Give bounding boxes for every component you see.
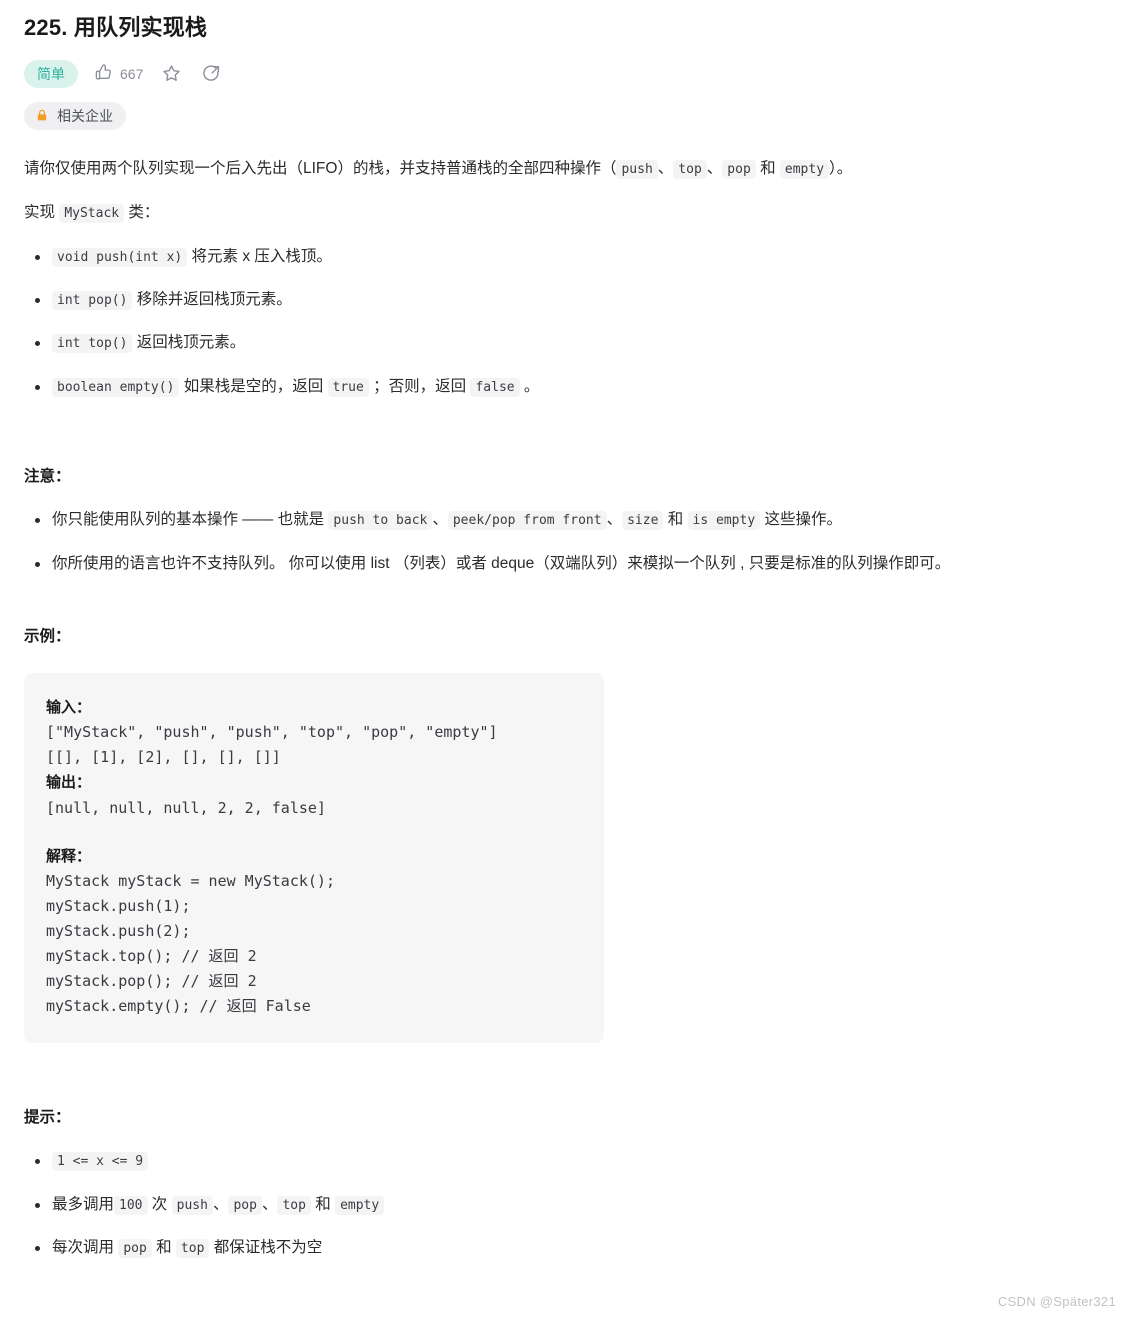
method-desc: 移除并返回栈顶元素。 xyxy=(132,290,292,308)
code-push: push xyxy=(171,1195,213,1215)
list-item: 你只能使用队列的基本操作 —— 也就是 push to back、 peek/po… xyxy=(24,507,1115,533)
implement-pre: 实现 xyxy=(24,204,60,222)
hint-sep-2: 、 xyxy=(261,1195,278,1213)
input-line-1: ["MyStack", "push", "push", "top", "pop"… xyxy=(46,723,498,742)
hint-text-3: 和 xyxy=(310,1195,336,1213)
hint-text-2: 次 xyxy=(147,1195,172,1213)
code-size: size xyxy=(622,511,664,531)
problem-page: 225. 用队列实现栈 简单 667 相关企业 请你仅使用两个队列实现一个后入先… xyxy=(0,0,1139,1326)
company-tag-label: 相关企业 xyxy=(57,107,113,124)
method-desc-3: 。 xyxy=(519,377,540,395)
code-push-to-back: push to back xyxy=(328,511,433,531)
watermark: CSDN @Später321 xyxy=(997,1294,1116,1309)
code-pop: pop xyxy=(228,1195,262,1215)
sep-1: 、 xyxy=(657,159,674,177)
note-sep-2: 、 xyxy=(606,511,623,529)
code-pop: pop xyxy=(118,1238,152,1258)
list-item: int top() 返回栈顶元素。 xyxy=(24,330,1115,356)
note-sep-3: 和 xyxy=(663,511,688,529)
code-true: true xyxy=(327,377,369,397)
code-top: top xyxy=(277,1195,311,1215)
example-code-block: 输入： ["MyStack", "push", "push", "top", "p… xyxy=(24,673,604,1043)
share-icon[interactable] xyxy=(199,62,223,86)
explain-label: 解释： xyxy=(46,847,92,865)
code-top: top xyxy=(175,1238,210,1258)
note-text-2: 这些操作。 xyxy=(760,511,842,529)
input-line-2: [[], [1], [2], [], [], []] xyxy=(46,748,281,767)
list-item: boolean empty() 如果栈是空的，返回 true ；否则，返回 fa… xyxy=(24,374,1115,400)
notes-heading: 注意： xyxy=(24,467,71,485)
list-item: 你所使用的语言也许不支持队列。 你可以使用 list （列表）或者 deque（… xyxy=(24,551,1115,577)
code-is-empty: is empty xyxy=(687,511,761,531)
lock-icon xyxy=(35,108,49,123)
intro-paragraph: 请你仅使用两个队列实现一个后入先出（LIFO）的栈，并支持普通栈的全部四种操作（… xyxy=(24,130,1115,182)
list-item: 每次调用 pop 和 top 都保证栈不为空 xyxy=(24,1235,1115,1261)
hint-sep-1: 、 xyxy=(212,1195,229,1213)
code-empty: empty xyxy=(779,159,830,179)
like-button[interactable]: 667 xyxy=(94,63,143,85)
explain-lines: MyStack myStack = new MyStack(); myStack… xyxy=(46,871,335,1015)
code-100: 100 xyxy=(114,1195,148,1215)
notes-list: 你只能使用队列的基本操作 —— 也就是 push to back、 peek/po… xyxy=(24,507,1115,577)
hint-text-1: 最多调用 xyxy=(52,1195,115,1213)
difficulty-badge[interactable]: 简单 xyxy=(24,59,78,88)
code-push: push xyxy=(616,159,658,179)
code-spacer xyxy=(46,821,582,844)
hint-text-2: 和 xyxy=(151,1238,176,1256)
method-desc: 将元素 x 压入栈顶。 xyxy=(187,247,332,265)
thumbs-up-icon xyxy=(94,63,113,85)
code-false: false xyxy=(470,377,520,397)
hint-text-3: 都保证栈不为空 xyxy=(209,1238,323,1256)
note-sep-1: 、 xyxy=(432,511,448,529)
code-constraint-x: 1 <= x <= 9 xyxy=(52,1152,149,1172)
implement-post: 类： xyxy=(124,204,160,222)
method-signature: int pop() xyxy=(52,290,133,310)
list-item: int pop() 移除并返回栈顶元素。 xyxy=(24,287,1115,313)
code-empty: empty xyxy=(335,1195,385,1215)
problem-meta-row: 简单 667 xyxy=(24,59,1115,88)
method-list: void push(int x) 将元素 x 压入栈顶。 int pop() 移… xyxy=(24,244,1115,400)
intro-text-2: ）。 xyxy=(829,159,853,177)
list-item: 1 <= x <= 9 xyxy=(24,1148,1115,1174)
star-icon[interactable] xyxy=(159,62,183,86)
sep-2: 、 xyxy=(706,159,723,177)
sep-3: 和 xyxy=(755,159,780,177)
intro-text-1: 请你仅使用两个队列实现一个后入先出（LIFO）的栈，并支持普通栈的全部四种操作（ xyxy=(24,159,617,177)
output-line: [null, null, null, 2, 2, false] xyxy=(46,798,326,817)
like-count: 667 xyxy=(120,65,144,82)
output-label: 输出： xyxy=(46,774,92,792)
code-mystack: MyStack xyxy=(59,204,125,224)
list-item: 最多调用 100 次 push、 pop、 top 和 empty xyxy=(24,1192,1115,1218)
code-top: top xyxy=(673,159,707,179)
page-title: 225. 用队列实现栈 xyxy=(24,15,208,40)
note-text-1: 你只能使用队列的基本操作 —— 也就是 xyxy=(52,511,329,529)
implement-paragraph: 实现 MyStack 类： xyxy=(24,182,1115,226)
hints-heading: 提示： xyxy=(24,1108,71,1126)
code-peek-pop-from-front: peek/pop from front xyxy=(447,511,607,531)
method-signature: int top() xyxy=(52,334,133,354)
input-label: 输入： xyxy=(46,699,92,717)
method-desc-1: 如果栈是空的，返回 xyxy=(179,377,328,395)
method-desc-2: ；否则，返回 xyxy=(368,377,471,395)
hints-list: 1 <= x <= 9 最多调用 100 次 push、 pop、 top 和 emp… xyxy=(24,1148,1115,1261)
example-heading: 示例： xyxy=(24,627,71,645)
code-pop: pop xyxy=(722,159,756,179)
company-tag[interactable]: 相关企业 xyxy=(24,101,126,130)
method-signature: boolean empty() xyxy=(52,377,180,397)
method-desc: 返回栈顶元素。 xyxy=(132,334,246,352)
method-signature: void push(int x) xyxy=(52,247,188,267)
hint-text-1: 每次调用 xyxy=(52,1238,119,1256)
list-item: void push(int x) 将元素 x 压入栈顶。 xyxy=(24,244,1115,270)
